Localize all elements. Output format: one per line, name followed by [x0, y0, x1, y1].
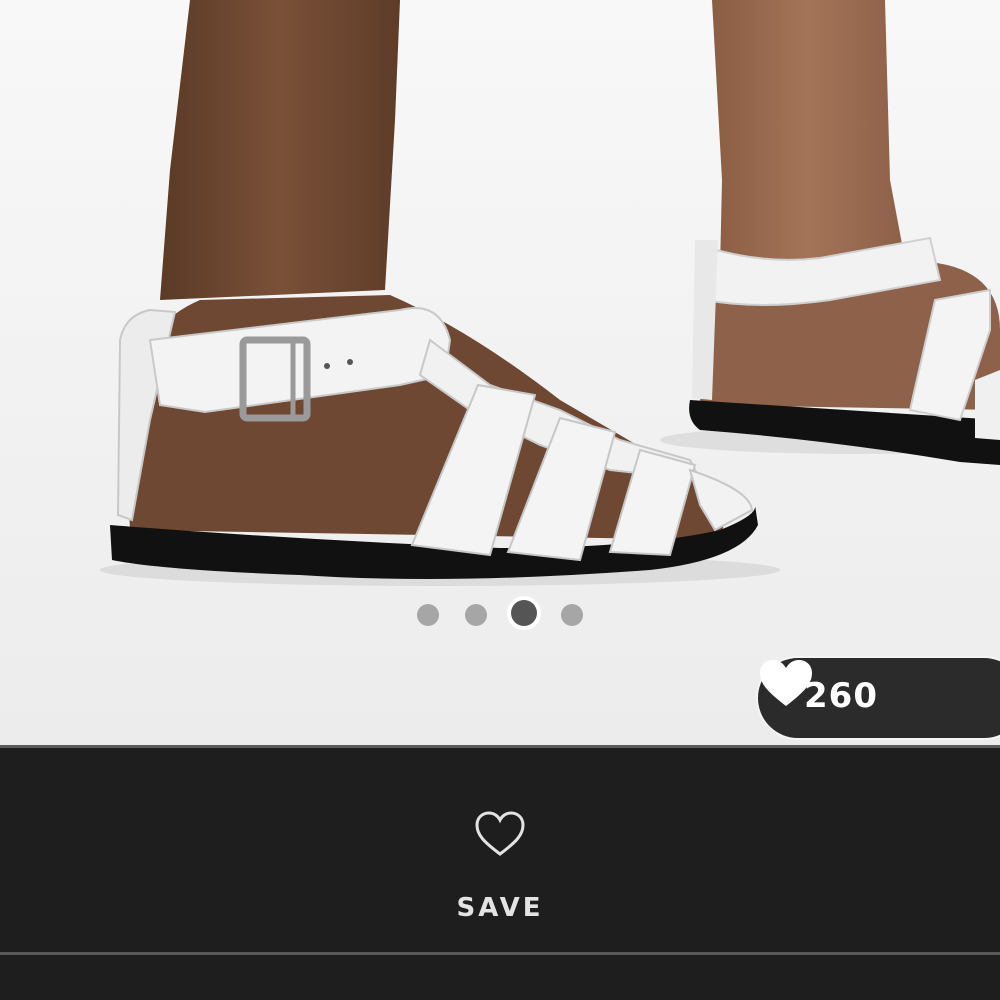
product-image[interactable]: 260: [0, 0, 1000, 745]
heart-outline-icon: [475, 811, 525, 856]
carousel-dot-active[interactable]: [511, 600, 537, 626]
save-button[interactable]: SAVE: [430, 798, 570, 928]
likes-badge[interactable]: 260: [756, 656, 1000, 740]
carousel-dot[interactable]: [465, 604, 487, 626]
sandal-photo: [0, 0, 1000, 745]
likes-count: 260: [804, 676, 878, 716]
heart-filled-icon: [760, 660, 812, 706]
bottom-spacer: [0, 955, 1000, 1000]
carousel-indicator[interactable]: [0, 600, 1000, 630]
save-label: SAVE: [456, 893, 544, 923]
carousel-dot[interactable]: [417, 604, 439, 626]
carousel-dot[interactable]: [561, 604, 583, 626]
action-bar: SAVE: [0, 745, 1000, 955]
